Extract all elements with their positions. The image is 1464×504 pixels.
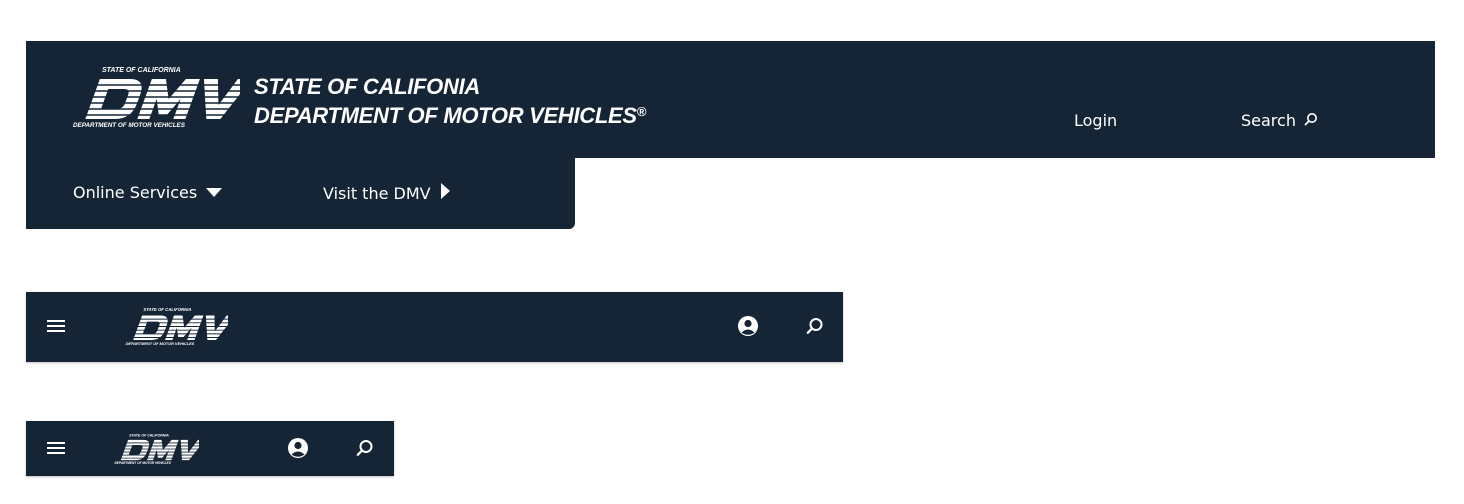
logo-bottom-text: DEPARTMENT OF MOTOR VEHICLES [115, 461, 172, 465]
logo-bottom-text: DEPARTMENT OF MOTOR VEHICLES [126, 342, 195, 346]
dmv-logo-tablet[interactable]: STATE OF CALIFORNIA DEPARTMENT OF MOTOR … [125, 306, 228, 347]
login-link[interactable]: Login [1074, 110, 1117, 132]
dmv-logo-mark: STATE OF CALIFORNIA DEPARTMENT OF MOTOR … [114, 433, 199, 465]
user-account-icon[interactable] [736, 314, 760, 338]
search-label: Search [1241, 111, 1296, 130]
logo-top-text: STATE OF CALIFORNIA [102, 67, 181, 74]
caret-down-icon [205, 182, 223, 204]
dmv-logo-mark: STATE OF CALIFORNIA DEPARTMENT OF MOTOR … [72, 67, 240, 129]
search-icon [1304, 110, 1318, 132]
logo-top-text: STATE OF CALIFORNIA [129, 433, 169, 437]
agency-name-line2-text: DEPARTMENT OF MOTOR VEHICLES [254, 103, 637, 128]
logo-top-text: STATE OF CALIFORNIA [143, 307, 191, 312]
hamburger-menu-icon[interactable] [44, 314, 68, 338]
dmv-logo[interactable]: STATE OF CALIFORNIA DEPARTMENT OF MOTOR … [72, 65, 240, 129]
dmv-logo-mark: STATE OF CALIFORNIA DEPARTMENT OF MOTOR … [125, 307, 228, 346]
visit-dmv-link[interactable]: Visit the DMV [323, 182, 451, 206]
agency-name-line2: DEPARTMENT OF MOTOR VEHICLES® [254, 99, 646, 128]
mobile-header [26, 421, 394, 476]
caret-right-icon [439, 182, 451, 206]
online-services-label: Online Services [73, 183, 198, 202]
search-icon[interactable] [353, 436, 377, 460]
user-account-icon[interactable] [286, 436, 310, 460]
dmv-logo-mobile[interactable]: STATE OF CALIFORNIA DEPARTMENT OF MOTOR … [114, 432, 199, 466]
agency-name: STATE OF CALIFONIA DEPARTMENT OF MOTOR V… [254, 74, 646, 128]
hamburger-menu-icon[interactable] [44, 436, 68, 460]
search-link[interactable]: Search [1241, 110, 1318, 132]
search-icon[interactable] [803, 314, 827, 338]
login-label: Login [1074, 111, 1118, 130]
logo-bottom-text: DEPARTMENT OF MOTOR VEHICLES [73, 122, 186, 129]
online-services-menu[interactable]: Online Services [73, 182, 223, 204]
agency-name-line1: STATE OF CALIFONIA [254, 74, 480, 99]
registered-mark: ® [636, 104, 647, 119]
visit-dmv-label: Visit the DMV [323, 184, 431, 203]
